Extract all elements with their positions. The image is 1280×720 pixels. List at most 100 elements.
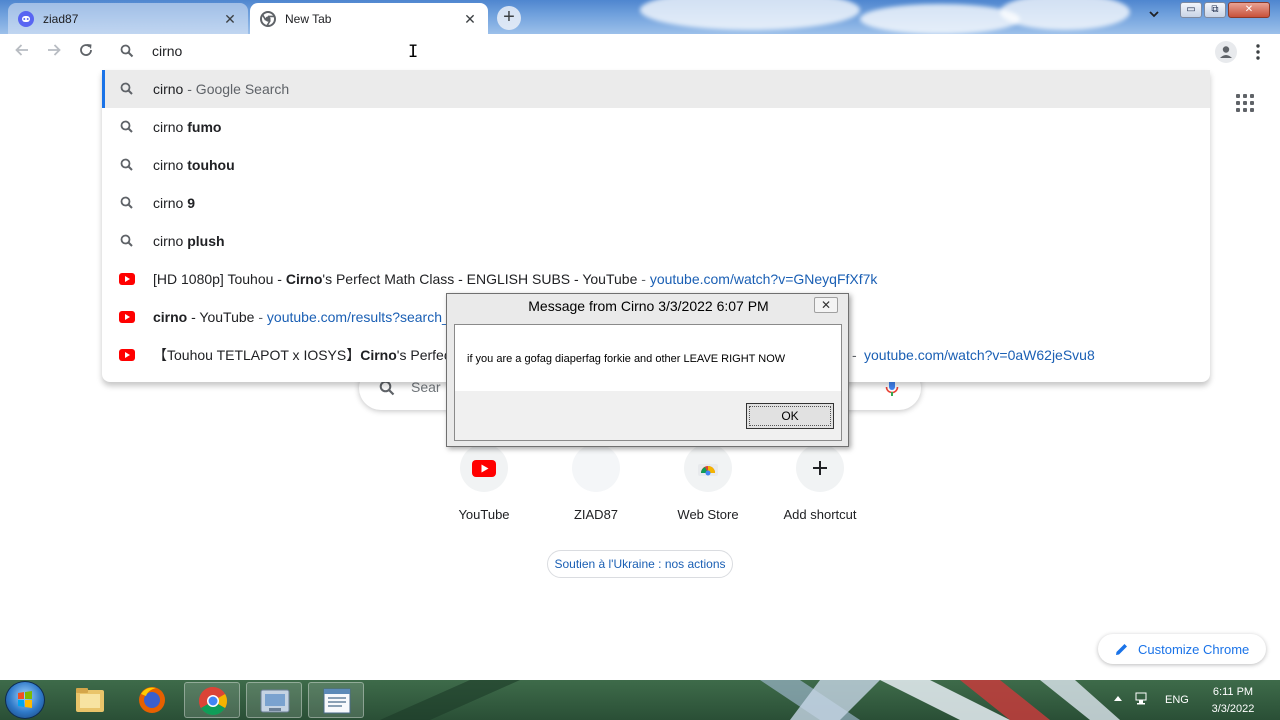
search-icon <box>120 196 133 209</box>
omnibox[interactable]: I <box>102 34 1210 70</box>
suggestion-text: cirno plush <box>153 233 225 249</box>
shortcut-label: Add shortcut <box>783 507 857 522</box>
sky-cloud <box>1000 0 1130 30</box>
language-indicator[interactable]: ENG <box>1165 694 1189 706</box>
suggestion-text: [HD 1080p] Touhou - Cirno's Perfect Math… <box>153 271 878 287</box>
add-shortcut-button[interactable]: Add shortcut <box>764 444 876 534</box>
shortcut-tile <box>796 444 844 492</box>
search-icon <box>379 380 395 396</box>
taskbar-control-panel[interactable] <box>246 682 302 718</box>
reload-button[interactable] <box>76 42 96 62</box>
file-explorer-icon <box>76 688 104 712</box>
suggestion-url: youtube.com/watch?v=0aW62jeSvu8 <box>864 347 1095 363</box>
blank-site-icon <box>572 444 620 492</box>
tab-strip: ziad87 ✕ New Tab ✕ + ▭ ⧉ ✕ <box>0 0 1280 34</box>
sky-cloud <box>860 4 1020 34</box>
suggestion-text: cirno fumo <box>153 119 222 135</box>
dialog-message: if you are a gofag diaperfag forkie and … <box>467 353 786 365</box>
tab-title: New Tab <box>285 11 332 26</box>
chevron-down-icon <box>1149 11 1159 18</box>
youtube-icon <box>119 271 135 287</box>
tab-new-tab[interactable]: New Tab ✕ <box>250 3 488 34</box>
chrome-icon <box>260 10 276 27</box>
network-icon[interactable] <box>1134 691 1150 707</box>
search-icon <box>120 120 133 133</box>
close-window-button[interactable]: ✕ <box>1228 2 1270 18</box>
clock-date[interactable]: 3/3/2022 <box>1207 703 1259 715</box>
discord-icon <box>18 10 34 27</box>
shortcut-tile <box>684 444 732 492</box>
notepad-icon <box>323 688 351 714</box>
kebab-menu-icon <box>1256 44 1260 60</box>
tab-close-button[interactable]: ✕ <box>462 11 478 27</box>
control-panel-icon <box>260 689 290 713</box>
back-arrow-icon <box>15 44 28 56</box>
shortcut-label: ZIAD87 <box>573 507 619 522</box>
dialog-body: if you are a gofag diaperfag forkie and … <box>454 324 842 441</box>
shortcut-label: Web Store <box>677 507 739 522</box>
youtube-icon <box>472 459 496 477</box>
suggestion-text: 【Touhou TETLAPOT x IOSYS】Cirno's Perfect… <box>153 347 479 363</box>
shortcut-ziad87[interactable]: ZIAD87 <box>540 444 652 534</box>
youtube-icon <box>119 347 135 363</box>
browser-toolbar: I <box>0 34 1280 70</box>
suggestion-item[interactable]: cirno plush <box>102 222 1210 260</box>
alert-dialog: Message from Cirno 3/3/2022 6:07 PM ✕ if… <box>446 293 849 447</box>
omnibox-input[interactable] <box>152 43 752 59</box>
chrome-menu-button[interactable] <box>1250 40 1266 64</box>
taskbar-notepad[interactable] <box>308 682 364 718</box>
customize-chrome-label: Customize Chrome <box>1138 641 1250 657</box>
suggestion-item[interactable]: cirno - Google Search <box>102 70 1210 108</box>
chevron-up-icon[interactable] <box>1113 694 1123 704</box>
minimize-button[interactable]: ▭ <box>1180 2 1202 18</box>
suggestion-text: cirno - Google Search <box>153 81 290 97</box>
firefox-icon <box>139 687 165 713</box>
sky-cloud <box>640 0 860 30</box>
back-button[interactable] <box>12 42 32 62</box>
windows-logo-icon <box>18 691 32 708</box>
taskbar-file-explorer[interactable] <box>62 682 118 718</box>
start-button[interactable] <box>5 681 45 719</box>
suggestion-item[interactable]: cirno fumo <box>102 108 1210 146</box>
suggestion-text: cirno touhou <box>153 157 235 173</box>
suggestion-item[interactable]: cirno 9 <box>102 184 1210 222</box>
text-cursor-icon: I <box>408 42 419 62</box>
google-apps-button[interactable] <box>1236 94 1254 112</box>
taskbar-firefox[interactable] <box>124 682 180 718</box>
plus-icon <box>813 461 827 475</box>
shortcut-web-store[interactable]: Web Store <box>652 444 764 534</box>
forward-arrow-icon <box>48 44 61 56</box>
suggestion-text: cirno 9 <box>153 195 196 211</box>
search-icon <box>120 82 133 95</box>
system-tray: ENG 6:11 PM 3/3/2022 <box>1110 680 1280 720</box>
shortcut-label: YouTube <box>458 507 510 522</box>
forward-button[interactable] <box>44 42 64 62</box>
search-icon <box>120 44 134 58</box>
person-icon <box>1220 46 1232 58</box>
shortcut-youtube[interactable]: YouTube <box>428 444 540 534</box>
chrome-icon <box>199 687 227 715</box>
suggestion-text: cirno - YouTube - youtube.com/results?se… <box>153 309 458 325</box>
dialog-close-button[interactable]: ✕ <box>814 297 838 313</box>
taskbar-chrome[interactable] <box>184 682 240 718</box>
dialog-title: Message from Cirno 3/3/2022 6:07 PM <box>528 298 769 314</box>
suggestion-item[interactable]: cirno touhou <box>102 146 1210 184</box>
tab-search-button[interactable] <box>1144 8 1164 26</box>
tab-title: ziad87 <box>43 11 79 26</box>
dialog-ok-button[interactable]: OK <box>746 403 834 429</box>
search-icon <box>120 234 133 247</box>
youtube-icon <box>119 309 135 325</box>
customize-chrome-button[interactable]: Customize Chrome <box>1098 634 1266 664</box>
reload-icon <box>80 44 92 56</box>
dialog-message-area: if you are a gofag diaperfag forkie and … <box>455 325 841 391</box>
clock-time[interactable]: 6:11 PM <box>1207 686 1259 698</box>
ukraine-support-link[interactable]: Soutien à l'Ukraine : nos actions <box>547 550 733 578</box>
tab-ziad87[interactable]: ziad87 ✕ <box>8 3 248 34</box>
restore-button[interactable]: ⧉ <box>1204 2 1226 18</box>
suggestion-separator: - <box>852 347 857 363</box>
profile-button[interactable] <box>1215 41 1237 63</box>
windows-taskbar: ENG 6:11 PM 3/3/2022 <box>0 680 1280 720</box>
tab-close-button[interactable]: ✕ <box>222 11 238 27</box>
shortcut-tile <box>460 444 508 492</box>
new-tab-button[interactable]: + <box>497 6 521 30</box>
